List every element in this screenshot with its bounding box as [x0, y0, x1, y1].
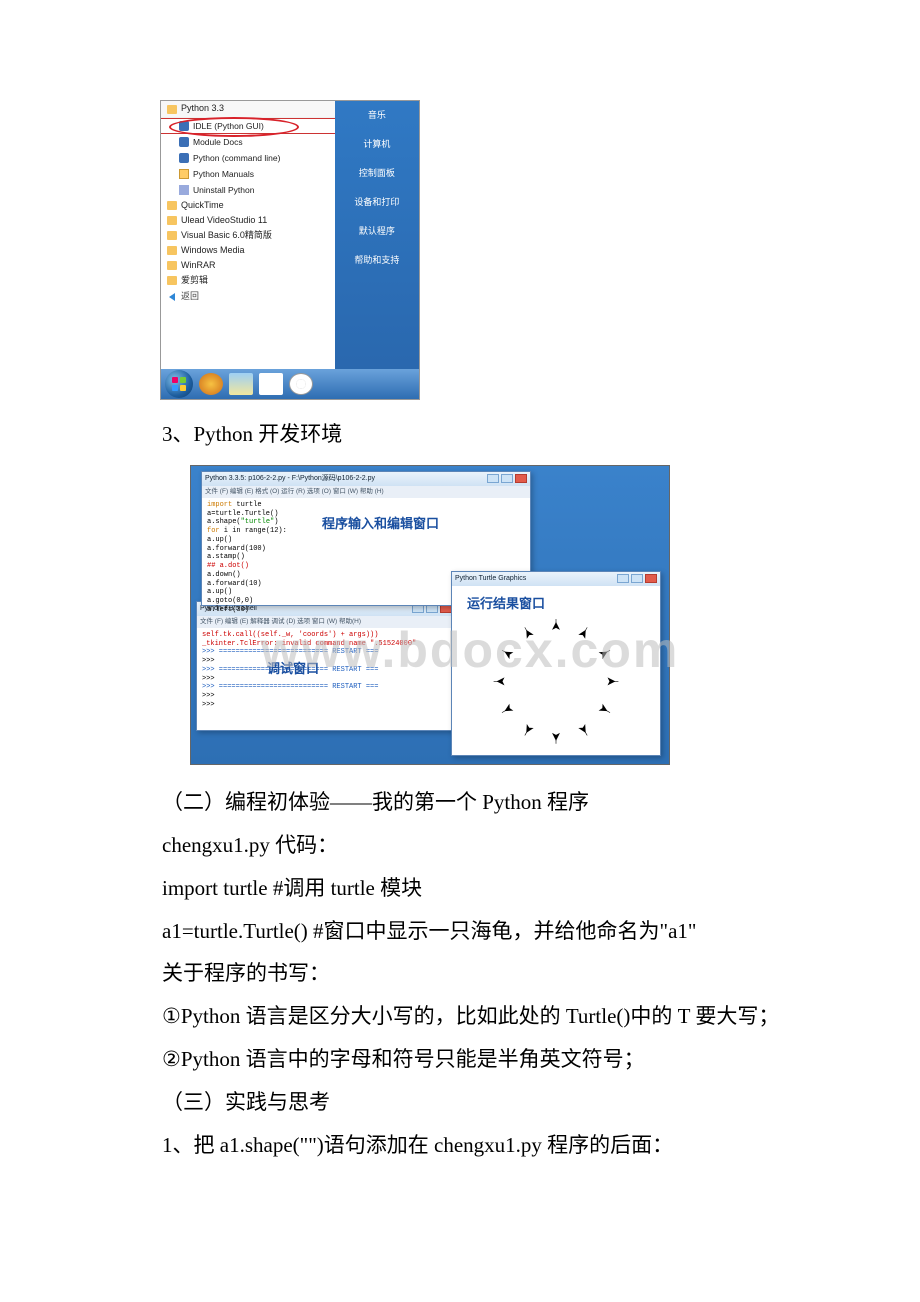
folder-icon [167, 231, 177, 240]
item-label: Python Manuals [193, 166, 254, 182]
startmenu-item-moduledocs: Module Docs [161, 134, 335, 150]
para-rule2: ②Python 语言中的字母和符号只能是半角英文符号； [120, 1040, 800, 1080]
item-label: Uninstall Python [193, 182, 254, 198]
folder-icon [167, 105, 177, 114]
para-rule1: ①Python 语言是区分大小写的，比如此处的 Turtle()中的 T 要大写… [120, 997, 800, 1037]
python-icon [179, 137, 189, 147]
startmenu-folder: 爱剪辑 [161, 273, 335, 288]
graphics-titlebar: Python Turtle Graphics [452, 572, 660, 586]
item-label: IDLE (Python GUI) [193, 118, 264, 134]
startmenu-back: 返回 [161, 288, 335, 306]
folder-label: 爱剪辑 [181, 272, 208, 289]
startmenu-folder: Visual Basic 6.0精简版 [161, 228, 335, 243]
group-label: Python 3.3 [181, 100, 224, 117]
maximize-icon [631, 574, 643, 583]
taskbar-chrome-icon [289, 373, 313, 395]
folder-icon [167, 201, 177, 210]
close-icon [645, 574, 657, 583]
startmenu-group-python: Python 3.3 [161, 101, 335, 118]
help-icon [179, 169, 189, 179]
section-three-heading: （三）实践与思考 [120, 1083, 800, 1123]
python-icon [179, 121, 189, 131]
editor-title-text: Python 3.3.5: p106-2-2.py - F:\Python源码\… [205, 472, 375, 485]
right-music: 音乐 [335, 107, 419, 124]
back-arrow-icon [169, 293, 175, 301]
item-label: Module Docs [193, 134, 243, 150]
para-code-label: chengxu1.py 代码： [120, 826, 800, 866]
folder-icon [167, 261, 177, 270]
startmenu-left-panel: Python 3.3 IDLE (Python GUI) Module Docs… [161, 101, 335, 399]
para-writing-about: 关于程序的书写： [120, 954, 800, 994]
right-computer: 计算机 [335, 136, 419, 153]
shell-output: self.tk.call((self._w, 'coords') + args)… [197, 628, 455, 713]
window-buttons [617, 574, 657, 583]
annotation-graphics: 运行结果窗口 [467, 592, 545, 617]
annotation-shell: 调试窗口 [267, 657, 319, 682]
startmenu-folder: Ulead VideoStudio 11 [161, 213, 335, 228]
minimize-icon [487, 474, 499, 483]
right-devices: 设备和打印 [335, 194, 419, 211]
startmenu-item-manuals: Python Manuals [161, 166, 335, 182]
right-defaults: 默认程序 [335, 223, 419, 240]
startmenu-item-idle: IDLE (Python GUI) [161, 118, 335, 134]
minimize-icon [617, 574, 629, 583]
maximize-icon [501, 474, 513, 483]
item-label: Python (command line) [193, 150, 280, 166]
window-buttons [487, 474, 527, 483]
startmenu-screenshot: Python 3.3 IDLE (Python GUI) Module Docs… [160, 100, 420, 400]
para-rule1-text: ①Python 语言是区分大小写的，比如此处的 Turtle()中的 T 要大写… [162, 1004, 779, 1028]
para-practice1: 1、把 a1.shape("")语句添加在 chengxu1.py 程序的后面： [120, 1126, 800, 1166]
start-orb-icon [165, 370, 193, 398]
folder-icon [167, 276, 177, 285]
startmenu-right-panel: 音乐 计算机 控制面板 设备和打印 默认程序 帮助和支持 关机 [335, 101, 419, 399]
para-code-import: import turtle #调用 turtle 模块 [120, 869, 800, 909]
back-label: 返回 [181, 288, 199, 305]
python-icon [179, 153, 189, 163]
annotation-editor: 程序输入和编辑窗口 [322, 512, 439, 537]
right-help: 帮助和支持 [335, 252, 419, 269]
graphics-title-text: Python Turtle Graphics [455, 572, 526, 585]
heading-devenv: 3、Python 开发环境 [120, 415, 800, 455]
graphics-window: Python Turtle Graphics 运行结果窗口 [451, 571, 661, 756]
close-icon [515, 474, 527, 483]
right-controlpanel: 控制面板 [335, 165, 419, 182]
shell-menubar: 文件 (F) 编辑 (E) 解释器 调试 (D) 选项 窗口 (W) 帮助(H) [197, 616, 455, 628]
para-code-turtle: a1=turtle.Turtle() #窗口中显示一只海龟，并给他命名为"a1" [120, 912, 800, 952]
ide-screenshot: Python 3.3.5: p106-2-2.py - F:\Python源码\… [190, 465, 670, 765]
startmenu-item-uninstall: Uninstall Python [161, 182, 335, 198]
startmenu-folder: QuickTime [161, 198, 335, 213]
startmenu-folder: WinRAR [161, 258, 335, 273]
taskbar-icon [199, 373, 223, 395]
taskbar-explorer-icon [229, 373, 253, 395]
section-two-heading: （二）编程初体验——我的第一个 Python 程序 [120, 783, 800, 823]
shell-window: Python 3.3.5 Shell 文件 (F) 编辑 (E) 解释器 调试 … [196, 601, 456, 731]
taskbar [161, 369, 419, 399]
startmenu-folder: Windows Media [161, 243, 335, 258]
uninstall-icon [179, 185, 189, 195]
startmenu-item-cmdline: Python (command line) [161, 150, 335, 166]
taskbar-icon [259, 373, 283, 395]
folder-icon [167, 246, 177, 255]
editor-menubar: 文件 (F) 编辑 (E) 格式 (O) 运行 (R) 选项 (O) 窗口 (W… [202, 486, 530, 498]
editor-titlebar: Python 3.3.5: p106-2-2.py - F:\Python源码\… [202, 472, 530, 486]
folder-icon [167, 216, 177, 225]
